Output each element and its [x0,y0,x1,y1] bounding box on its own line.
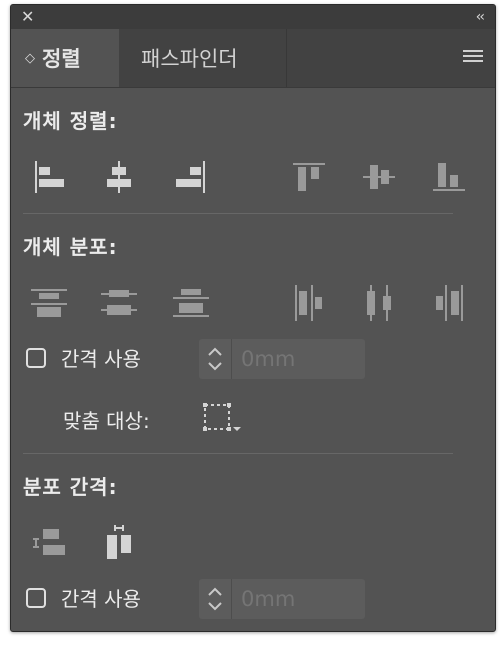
vertical-align-top-icon [293,163,325,191]
chevron-up-down-icon [208,347,222,371]
horizontal-distribute-space-icon [107,525,131,559]
horizontal-distribute-center-icon [367,285,391,321]
tab-align[interactable]: ◇ 정렬 [11,29,119,87]
spacing-stepper-2 [199,579,365,619]
chevron-up-down-icon: ◇ [25,50,35,66]
vertical-distribute-bottom-button[interactable] [169,281,213,325]
vertical-distribute-center-icon [101,290,137,315]
align-to-selection-icon [203,403,241,431]
vertical-align-center-icon [363,165,395,189]
spacing-input[interactable] [233,339,359,379]
horizontal-align-center-icon [107,161,131,193]
horizontal-align-right-button[interactable] [169,155,213,199]
horizontal-align-left-button[interactable] [27,155,71,199]
align-panel: ✕ ‹‹ ◇ 정렬 패스파인더 개체 정렬: 개체 분포: 간격 사용 0mm … [10,4,496,632]
horizontal-align-center-button[interactable] [97,155,141,199]
vertical-align-bottom-button[interactable] [427,155,471,199]
spacing-stepper-arrows-2[interactable] [199,579,232,619]
tab-align-label: 정렬 [42,47,81,71]
spacing-input-2[interactable] [233,579,359,619]
distribute-objects-title: 개체 분포: [23,235,118,259]
double-chevron-left-icon[interactable]: ‹‹ [476,7,485,27]
vertical-distribute-top-icon [31,289,67,317]
vertical-distribute-space-icon [33,529,65,555]
tab-bar: ◇ 정렬 패스파인더 [11,29,495,88]
spacing-stepper-arrows[interactable] [199,339,232,379]
vertical-align-center-button[interactable] [357,155,401,199]
vertical-align-top-button[interactable] [287,155,331,199]
vertical-distribute-space-button[interactable] [27,521,71,565]
horizontal-align-left-icon [35,161,64,193]
use-spacing-label-2: 간격 사용 [61,587,141,611]
vertical-distribute-top-button[interactable] [27,281,71,325]
use-spacing-checkbox-2[interactable] [26,588,46,608]
align-to-dropdown[interactable] [201,401,245,437]
align-to-label: 맞춤 대상: [63,409,150,433]
panel-titlebar: ✕ ‹‹ [11,5,495,29]
horizontal-distribute-left-icon [295,285,322,321]
align-objects-title: 개체 정렬: [23,109,118,133]
vertical-distribute-center-button[interactable] [97,281,141,325]
horizontal-distribute-left-button[interactable] [287,281,331,325]
horizontal-distribute-right-button[interactable] [427,281,471,325]
section-divider [23,213,453,214]
spacing-stepper [199,339,365,379]
tab-pathfinder-label: 패스파인더 [141,47,238,71]
tab-pathfinder[interactable]: 패스파인더 [119,29,287,87]
horizontal-align-right-icon [176,161,205,193]
horizontal-distribute-space-button[interactable] [97,521,141,565]
use-spacing-checkbox[interactable] [26,348,46,368]
vertical-distribute-bottom-icon [173,289,209,317]
vertical-align-bottom-icon [433,163,465,191]
horizontal-distribute-right-icon [436,285,463,321]
close-icon[interactable]: ✕ [21,7,34,27]
horizontal-distribute-center-button[interactable] [357,281,401,325]
use-spacing-label: 간격 사용 [61,347,141,371]
chevron-up-down-icon [208,587,222,611]
distribute-spacing-title: 분포 간격: [23,475,118,499]
hamburger-menu-icon[interactable] [463,50,483,66]
section-divider [23,453,453,454]
